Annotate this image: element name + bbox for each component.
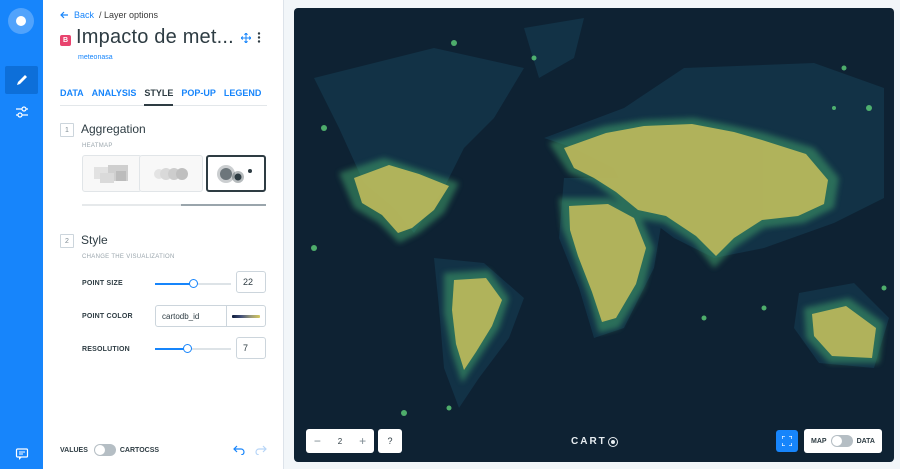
resolution-input[interactable]: 7 <box>236 337 266 359</box>
squares-icon <box>94 164 128 183</box>
points-icon <box>154 167 188 180</box>
tab-legend[interactable]: LEGEND <box>224 86 262 106</box>
breadcrumb: Back / Layer options <box>60 10 158 20</box>
tab-analysis[interactable]: ANALYSIS <box>92 86 137 106</box>
point-color-label: POINT COLOR <box>82 313 133 320</box>
layer-title[interactable]: Impacto de met... <box>76 26 234 49</box>
tab-popup[interactable]: POP-UP <box>181 86 216 106</box>
layer-letter-badge: B <box>60 35 71 46</box>
carto-logo: CART <box>571 436 617 447</box>
back-link[interactable]: Back <box>74 10 94 20</box>
zoom-in-button[interactable]: + <box>351 434 374 448</box>
edit-pencil-icon[interactable] <box>5 66 38 94</box>
cartocss-label: CARTOCSS <box>119 446 160 454</box>
cartocss-toggle[interactable] <box>93 444 116 456</box>
undo-redo <box>233 445 267 455</box>
color-ramp-swatch[interactable] <box>232 314 260 318</box>
point-size-input[interactable]: 22 <box>236 271 266 293</box>
expand-icon <box>782 436 792 446</box>
point-color-input[interactable]: cartodb_id <box>155 305 266 327</box>
divider <box>226 306 227 326</box>
map-data-switch: MAP DATA <box>804 429 882 453</box>
sliders-icon[interactable] <box>5 98 38 126</box>
redo-icon[interactable] <box>255 445 267 455</box>
zoom-level: 2 <box>337 436 343 446</box>
resolution-label: RESOLUTION <box>82 346 130 353</box>
chat-icon[interactable] <box>5 440 38 468</box>
aggregation-option-heatmap[interactable] <box>206 155 266 192</box>
layer-options-panel: Back / Layer options B Impacto de met...… <box>43 0 284 469</box>
point-color-value: cartodb_id <box>162 311 200 321</box>
heatmap-layer <box>311 18 889 416</box>
point-size-label: POINT SIZE <box>82 280 123 287</box>
move-arrows-icon[interactable] <box>241 32 251 43</box>
main-toolbar <box>0 0 43 469</box>
aggregation-type: HEATMAP <box>82 143 113 149</box>
point-size-slider-knob[interactable] <box>189 279 198 288</box>
layer-actions <box>241 32 261 43</box>
heatmap-icon <box>217 164 252 183</box>
map-label: MAP <box>811 437 827 445</box>
help-button[interactable]: ? <box>378 429 402 453</box>
step-number: 1 <box>60 123 74 137</box>
data-label: DATA <box>856 437 875 445</box>
resolution-slider-knob[interactable] <box>182 344 192 353</box>
style-title: Style <box>81 233 108 247</box>
zoom-control: − 2 + <box>306 429 374 453</box>
style-subtitle: CHANGE THE VISUALIZATION <box>82 254 175 260</box>
editor-footer: VALUES CARTOCSS <box>60 444 267 456</box>
zoom-out-button[interactable]: − <box>306 434 329 448</box>
tab-data[interactable]: DATA <box>60 86 84 106</box>
map-canvas[interactable]: − 2 + ? CART MAP DATA <box>294 8 894 462</box>
carto-logo-dot-icon <box>608 437 617 446</box>
carto-home-icon[interactable] <box>8 8 34 34</box>
more-options-icon[interactable] <box>257 32 261 43</box>
app-root: Back / Layer options B Impacto de met...… <box>0 0 900 469</box>
map-data-toggle[interactable] <box>830 435 853 447</box>
undo-icon[interactable] <box>233 445 245 455</box>
fullscreen-button[interactable] <box>776 430 798 452</box>
aggregation-title: Aggregation <box>81 122 146 136</box>
values-label: VALUES <box>60 446 88 454</box>
arrow-left-icon[interactable] <box>60 11 69 19</box>
layer-source[interactable]: meteonasa <box>78 54 113 61</box>
tab-style[interactable]: STYLE <box>144 86 174 106</box>
aggregation-scroll-thumb[interactable] <box>181 204 266 206</box>
carto-logo-text: CART <box>571 436 607 447</box>
aggregation-option-points[interactable] <box>139 155 203 192</box>
panel-tabs: DATA ANALYSIS STYLE POP-UP LEGEND <box>60 86 267 106</box>
point-size-slider[interactable] <box>155 279 231 288</box>
step-number: 2 <box>60 234 74 248</box>
point-size-slider-fill <box>155 283 193 285</box>
aggregation-option-squares[interactable] <box>82 155 142 192</box>
resolution-slider[interactable] <box>155 344 231 353</box>
breadcrumb-label: / Layer options <box>99 10 159 20</box>
